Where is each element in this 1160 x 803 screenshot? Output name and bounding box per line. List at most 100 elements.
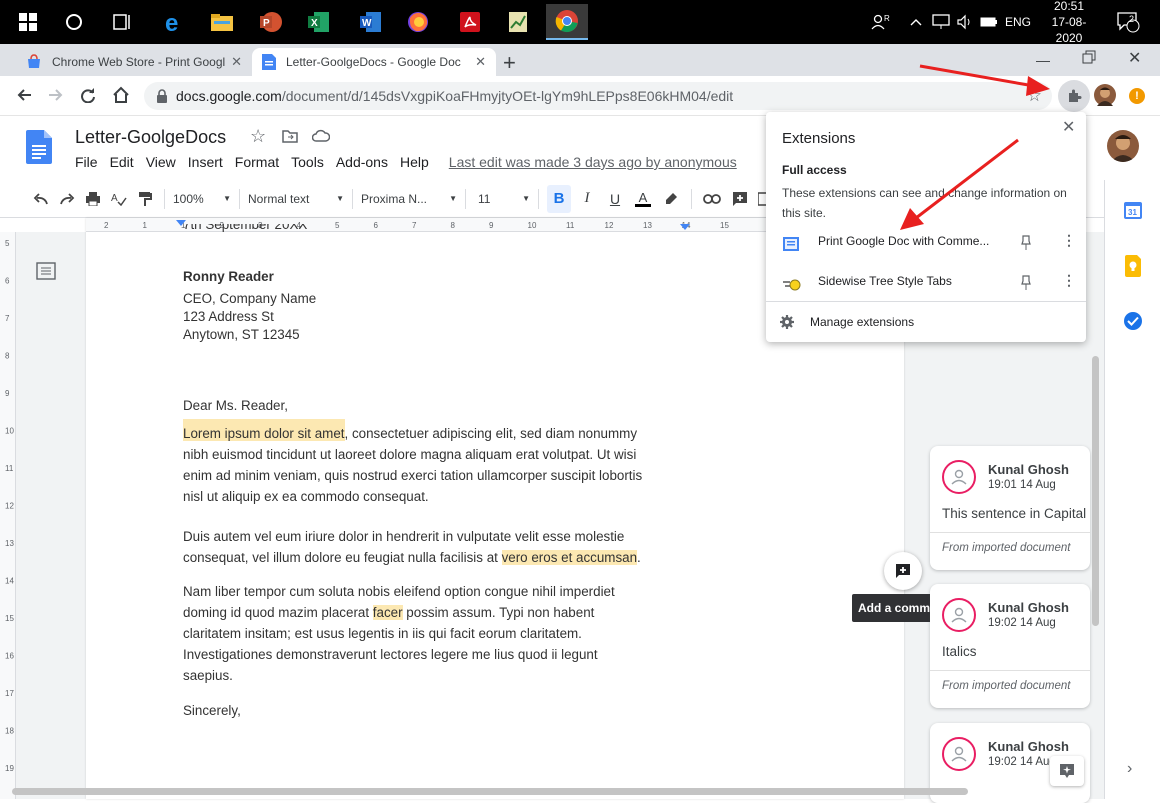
extension-item-print-doc[interactable]: Print Google Doc with Comme... ⋮	[766, 224, 1086, 264]
sidewise-extension-icon	[783, 279, 801, 291]
star-icon[interactable]: ☆	[250, 126, 266, 147]
powerpoint-icon[interactable]: P	[252, 4, 288, 40]
new-tab-button[interactable]: +	[503, 50, 516, 76]
comment-body: Italics	[942, 644, 977, 659]
menu-tools[interactable]: Tools	[291, 154, 324, 170]
excel-icon[interactable]: X	[300, 4, 336, 40]
horizontal-scrollbar-thumb[interactable]	[12, 788, 968, 795]
explore-button[interactable]	[1050, 756, 1084, 786]
manage-extensions-item[interactable]: Manage extensions	[766, 302, 1086, 342]
home-icon[interactable]	[112, 86, 130, 109]
close-popup-icon[interactable]: ✕	[1062, 117, 1075, 137]
cloud-status-icon[interactable]	[311, 129, 331, 148]
language-indicator[interactable]: ENG	[1005, 0, 1031, 44]
highlighted-text[interactable]: vero eros et accumsan	[501, 550, 638, 565]
more-options-icon[interactable]: ⋮	[1062, 232, 1076, 249]
font-size-select[interactable]: 11 ▼	[474, 185, 530, 213]
tab-web-store[interactable]: Chrome Web Store - Print Googl ✕	[16, 48, 252, 76]
pin-icon[interactable]	[1021, 275, 1031, 291]
menu-help[interactable]: Help	[400, 154, 429, 170]
firefox-icon[interactable]	[400, 4, 436, 40]
google-docs-logo-icon[interactable]	[26, 130, 52, 169]
text-line: nisl ut aliquip ex ea commodo consequat.	[183, 489, 429, 504]
windows-start-icon[interactable]	[10, 4, 46, 40]
insert-link-icon[interactable]	[700, 185, 724, 213]
svg-text:31: 31	[1128, 208, 1137, 217]
speaker-icon[interactable]	[956, 0, 974, 44]
text-color-button[interactable]: A	[631, 185, 655, 213]
paragraph-style-select[interactable]: Normal text ▼	[248, 185, 344, 213]
calendar-icon[interactable]: 31	[1123, 200, 1143, 225]
highlighted-text[interactable]: facer	[372, 605, 403, 620]
minimize-button[interactable]: —	[1036, 52, 1050, 68]
highlight-color-icon[interactable]	[659, 185, 683, 213]
highlighted-text[interactable]: Lorem ipsum dolor sit amet	[183, 419, 345, 441]
italic-button[interactable]: I	[575, 185, 599, 213]
address-bar[interactable]: docs.google.com/document/d/145dsVxgpiKoa…	[144, 82, 1052, 110]
insert-comment-icon[interactable]	[728, 185, 752, 213]
restore-button[interactable]	[1082, 50, 1096, 69]
word-icon[interactable]: W	[352, 4, 388, 40]
underline-button[interactable]: U	[603, 185, 627, 213]
acrobat-icon[interactable]	[452, 4, 488, 40]
paragraph-2: Duis autem vel eum iriure dolor in hendr…	[183, 526, 641, 568]
comment-time: 19:01 14 Aug	[988, 479, 1056, 491]
comment-divider	[930, 670, 1090, 671]
edge-icon[interactable]: e	[156, 4, 192, 40]
menu-view[interactable]: View	[146, 154, 176, 170]
menu-insert[interactable]: Insert	[188, 154, 223, 170]
task-view-icon[interactable]	[104, 4, 140, 40]
menu-file[interactable]: File	[75, 154, 98, 170]
close-tab-icon[interactable]: ✕	[475, 54, 486, 70]
menu-addons[interactable]: Add-ons	[336, 154, 388, 170]
zoom-value: 100%	[173, 191, 204, 206]
close-tab-icon[interactable]: ✕	[231, 54, 242, 70]
extensions-puzzle-icon[interactable]	[1058, 80, 1090, 112]
file-explorer-icon[interactable]	[204, 4, 240, 40]
forward-icon[interactable]	[48, 87, 64, 108]
move-folder-icon[interactable]	[282, 129, 298, 148]
update-alert-icon[interactable]: !	[1129, 88, 1145, 104]
docs-account-avatar[interactable]	[1107, 130, 1139, 162]
chevron-up-icon[interactable]	[910, 0, 922, 44]
chrome-taskbar-icon[interactable]	[546, 4, 588, 40]
notification-center-icon[interactable]: 2	[1116, 0, 1140, 44]
tab-google-doc[interactable]: Letter-GoolgeDocs - Google Doc ✕	[252, 48, 496, 76]
vertical-scrollbar-thumb[interactable]	[1092, 356, 1099, 626]
back-icon[interactable]	[16, 87, 32, 108]
undo-icon[interactable]	[30, 185, 52, 213]
bold-button[interactable]: B	[547, 184, 571, 213]
document-outline-icon[interactable]	[36, 262, 56, 285]
reload-icon[interactable]	[80, 87, 96, 108]
clock[interactable]: 20:51 17-08-2020	[1042, 0, 1096, 45]
url-host: docs.google.com	[176, 88, 282, 104]
zoom-select[interactable]: 100% ▼	[173, 185, 231, 213]
last-edit-link[interactable]: Last edit was made 3 days ago by anonymo…	[449, 154, 737, 170]
print-icon[interactable]	[82, 185, 104, 213]
cortana-icon[interactable]	[56, 4, 92, 40]
menu-edit[interactable]: Edit	[110, 154, 134, 170]
document-title[interactable]: Letter-GoolgeDocs	[75, 127, 226, 148]
close-window-button[interactable]: ✕	[1128, 48, 1141, 68]
comment-card[interactable]: Kunal Ghosh 19:02 14 Aug Italics From im…	[930, 584, 1090, 708]
network-icon[interactable]	[932, 0, 950, 44]
paint-format-icon[interactable]	[134, 185, 156, 213]
keep-icon[interactable]	[1123, 255, 1143, 282]
people-icon[interactable]: R	[870, 0, 890, 44]
add-comment-button[interactable]	[884, 552, 922, 590]
extension-item-sidewise[interactable]: Sidewise Tree Style Tabs ⋮	[766, 264, 1086, 304]
comment-card[interactable]: Kunal Ghosh 19:01 14 Aug This sentence i…	[930, 446, 1090, 570]
chevron-right-icon[interactable]: ›	[1127, 760, 1132, 778]
pin-icon[interactable]	[1021, 235, 1031, 251]
profile-avatar[interactable]	[1094, 84, 1116, 106]
redo-icon[interactable]	[56, 185, 78, 213]
battery-icon[interactable]	[980, 0, 998, 44]
notepad-chart-icon[interactable]	[500, 4, 536, 40]
font-select[interactable]: Proxima N... ▼	[361, 185, 457, 213]
tasks-icon[interactable]	[1123, 311, 1143, 336]
bookmark-star-icon[interactable]: ☆	[1027, 86, 1042, 106]
menu-format[interactable]: Format	[235, 154, 279, 170]
svg-text:X: X	[311, 18, 318, 29]
more-options-icon[interactable]: ⋮	[1062, 272, 1076, 289]
spellcheck-icon[interactable]: A	[108, 185, 130, 213]
